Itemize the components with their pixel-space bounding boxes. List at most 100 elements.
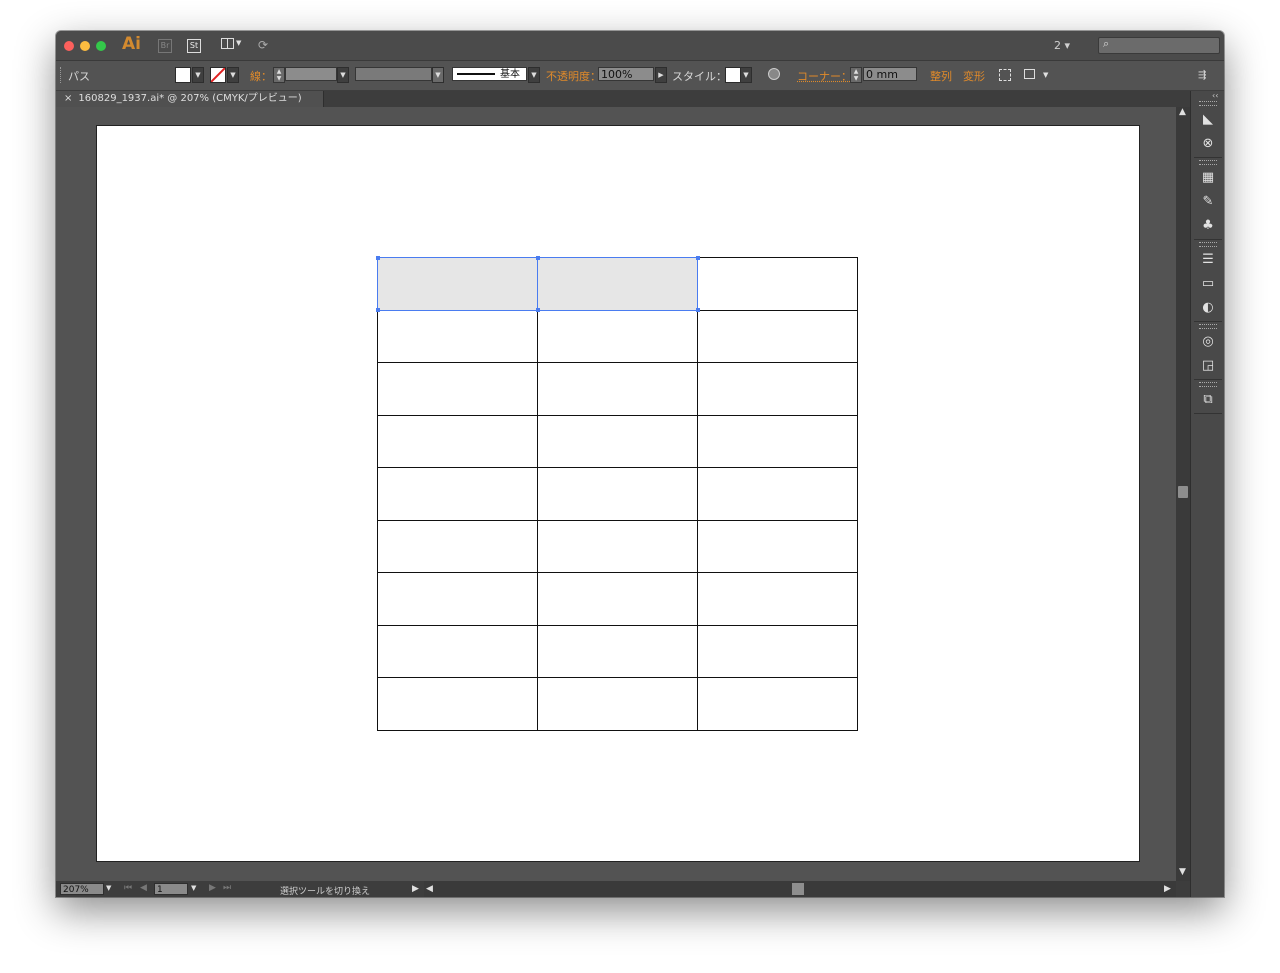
opacity-field[interactable]: 100% xyxy=(598,67,654,81)
graphic-style-dropdown[interactable]: ▼ xyxy=(740,67,752,83)
table-cell[interactable] xyxy=(537,257,698,311)
zoom-button[interactable] xyxy=(96,41,106,51)
vertical-scroll-thumb[interactable] xyxy=(1178,486,1188,498)
close-button[interactable] xyxy=(64,41,74,51)
table-cell[interactable] xyxy=(697,309,858,364)
status-menu-arrow[interactable]: ▶ xyxy=(412,884,419,894)
chevron-down-icon[interactable]: ▼ xyxy=(1043,71,1048,79)
close-tab-icon[interactable]: × xyxy=(64,93,72,104)
panel-grip[interactable] xyxy=(1199,242,1217,247)
panel-grip[interactable] xyxy=(1199,324,1217,329)
horizontal-scroll-thumb[interactable] xyxy=(792,883,804,895)
chevron-down-icon[interactable]: ▼ xyxy=(236,39,241,47)
stroke-dropdown[interactable]: ▼ xyxy=(227,67,239,83)
transparency-icon[interactable]: ◐ xyxy=(1199,299,1217,317)
collapse-panels-icon[interactable]: ‹‹ xyxy=(1212,91,1218,100)
table-cell[interactable] xyxy=(377,362,538,416)
corner-radius-field[interactable]: 0 mm xyxy=(863,67,917,81)
scroll-up-arrow[interactable]: ▲ xyxy=(1179,107,1186,117)
selection-handle[interactable] xyxy=(375,308,380,313)
horizontal-scrollbar[interactable]: ◀ ▶ xyxy=(424,881,1176,897)
table-cell[interactable] xyxy=(537,467,698,521)
selection-handle[interactable] xyxy=(695,308,700,313)
panel-menu-icon[interactable]: ⇶ xyxy=(1198,70,1206,81)
stock-button[interactable]: St xyxy=(187,39,201,53)
envelope-distort-icon[interactable] xyxy=(1024,69,1035,79)
layers-icon[interactable]: ⧉ xyxy=(1199,391,1217,409)
scroll-down-arrow[interactable]: ▼ xyxy=(1179,867,1186,877)
table-cell[interactable] xyxy=(537,309,698,364)
arrange-documents-icon[interactable] xyxy=(221,38,234,49)
corner-stepper[interactable]: ▲ ▼ xyxy=(850,67,862,83)
vertical-scrollbar[interactable]: ▲ ▼ xyxy=(1176,107,1190,881)
color-guide-icon[interactable]: ◣ xyxy=(1199,111,1217,129)
symbols-icon[interactable]: ♣ xyxy=(1199,217,1217,235)
stroke-swatch[interactable] xyxy=(210,67,226,83)
table-cell[interactable] xyxy=(537,624,698,679)
zoom-field[interactable]: 207% xyxy=(60,883,104,895)
table-cell[interactable] xyxy=(377,257,538,311)
stroke-label[interactable]: 線： xyxy=(250,68,272,84)
table-cell[interactable] xyxy=(697,519,858,574)
bridge-button[interactable]: Br xyxy=(158,39,172,53)
table-cell[interactable] xyxy=(537,362,698,416)
opacity-label[interactable]: 不透明度： xyxy=(546,68,601,84)
isolate-object-icon[interactable] xyxy=(999,69,1011,81)
first-artboard-button[interactable]: ⏮ xyxy=(124,883,132,893)
graphic-styles-icon[interactable]: ◲ xyxy=(1199,357,1217,375)
appearance-icon[interactable]: ◎ xyxy=(1199,333,1217,351)
table-cell[interactable] xyxy=(697,362,858,416)
table-grid[interactable] xyxy=(375,255,858,731)
table-cell[interactable] xyxy=(697,624,858,679)
table-cell[interactable] xyxy=(377,677,538,731)
table-cell[interactable] xyxy=(377,519,538,574)
recolor-artwork-icon[interactable] xyxy=(768,68,780,80)
panel-grip[interactable] xyxy=(1199,101,1217,106)
corner-label[interactable]: コーナー： xyxy=(797,68,852,84)
status-tool-hint[interactable]: 選択ツールを切り換え xyxy=(280,884,370,897)
artboard[interactable] xyxy=(96,125,1140,862)
brush-definition-dropdown[interactable]: ▼ xyxy=(528,67,540,83)
fill-dropdown[interactable]: ▼ xyxy=(192,67,204,83)
gradient-icon[interactable]: ▭ xyxy=(1199,275,1217,293)
panel-grip[interactable] xyxy=(1199,382,1217,387)
table-cell[interactable] xyxy=(697,414,858,469)
variable-width-dropdown[interactable]: ▼ xyxy=(432,67,444,83)
swatches-icon[interactable]: ▦ xyxy=(1199,169,1217,187)
table-cell[interactable] xyxy=(537,414,698,469)
fill-swatch[interactable] xyxy=(175,67,191,83)
stroke-weight-stepper[interactable]: ▲ ▼ xyxy=(273,67,285,83)
table-cell[interactable] xyxy=(377,414,538,469)
graphic-style-swatch[interactable] xyxy=(725,67,741,83)
table-cell[interactable] xyxy=(697,677,858,731)
variable-width-profile[interactable] xyxy=(355,67,432,81)
selection-handle[interactable] xyxy=(535,308,540,313)
artboard-number-field[interactable]: 1 xyxy=(154,883,188,895)
transform-link[interactable]: 変形 xyxy=(963,68,985,84)
search-input[interactable]: ⌕ xyxy=(1098,37,1220,54)
document-tab[interactable]: × 160829_1937.ai* @ 207% (CMYK/プレビュー) xyxy=(56,91,324,107)
selection-handle[interactable] xyxy=(375,255,380,260)
stroke-weight-dropdown[interactable]: ▼ xyxy=(337,67,349,83)
selection-handle[interactable] xyxy=(535,255,540,260)
scroll-left-arrow[interactable]: ◀ xyxy=(426,884,433,894)
table-cell[interactable] xyxy=(537,677,698,731)
zoom-dropdown[interactable]: ▼ xyxy=(106,884,111,892)
table-cell[interactable] xyxy=(537,572,698,626)
previous-artboard-button[interactable]: ◀ xyxy=(140,883,147,893)
workspace-switcher[interactable]: 2 ▾ xyxy=(1054,39,1070,52)
canvas-area[interactable] xyxy=(56,107,1176,881)
table-cell[interactable] xyxy=(377,467,538,521)
stroke-icon[interactable]: ☰ xyxy=(1199,251,1217,269)
last-artboard-button[interactable]: ⏭ xyxy=(223,883,231,893)
table-cell[interactable] xyxy=(537,519,698,574)
opacity-dropdown[interactable]: ▶ xyxy=(655,67,667,83)
artboard-dropdown[interactable]: ▼ xyxy=(191,884,196,892)
table-cell[interactable] xyxy=(697,572,858,626)
panel-grip[interactable] xyxy=(1199,160,1217,165)
align-link[interactable]: 整列 xyxy=(930,68,952,84)
brushes-icon[interactable]: ✎ xyxy=(1199,193,1217,211)
table-cell[interactable] xyxy=(377,624,538,679)
next-artboard-button[interactable]: ▶ xyxy=(209,883,216,893)
selection-handle[interactable] xyxy=(695,255,700,260)
